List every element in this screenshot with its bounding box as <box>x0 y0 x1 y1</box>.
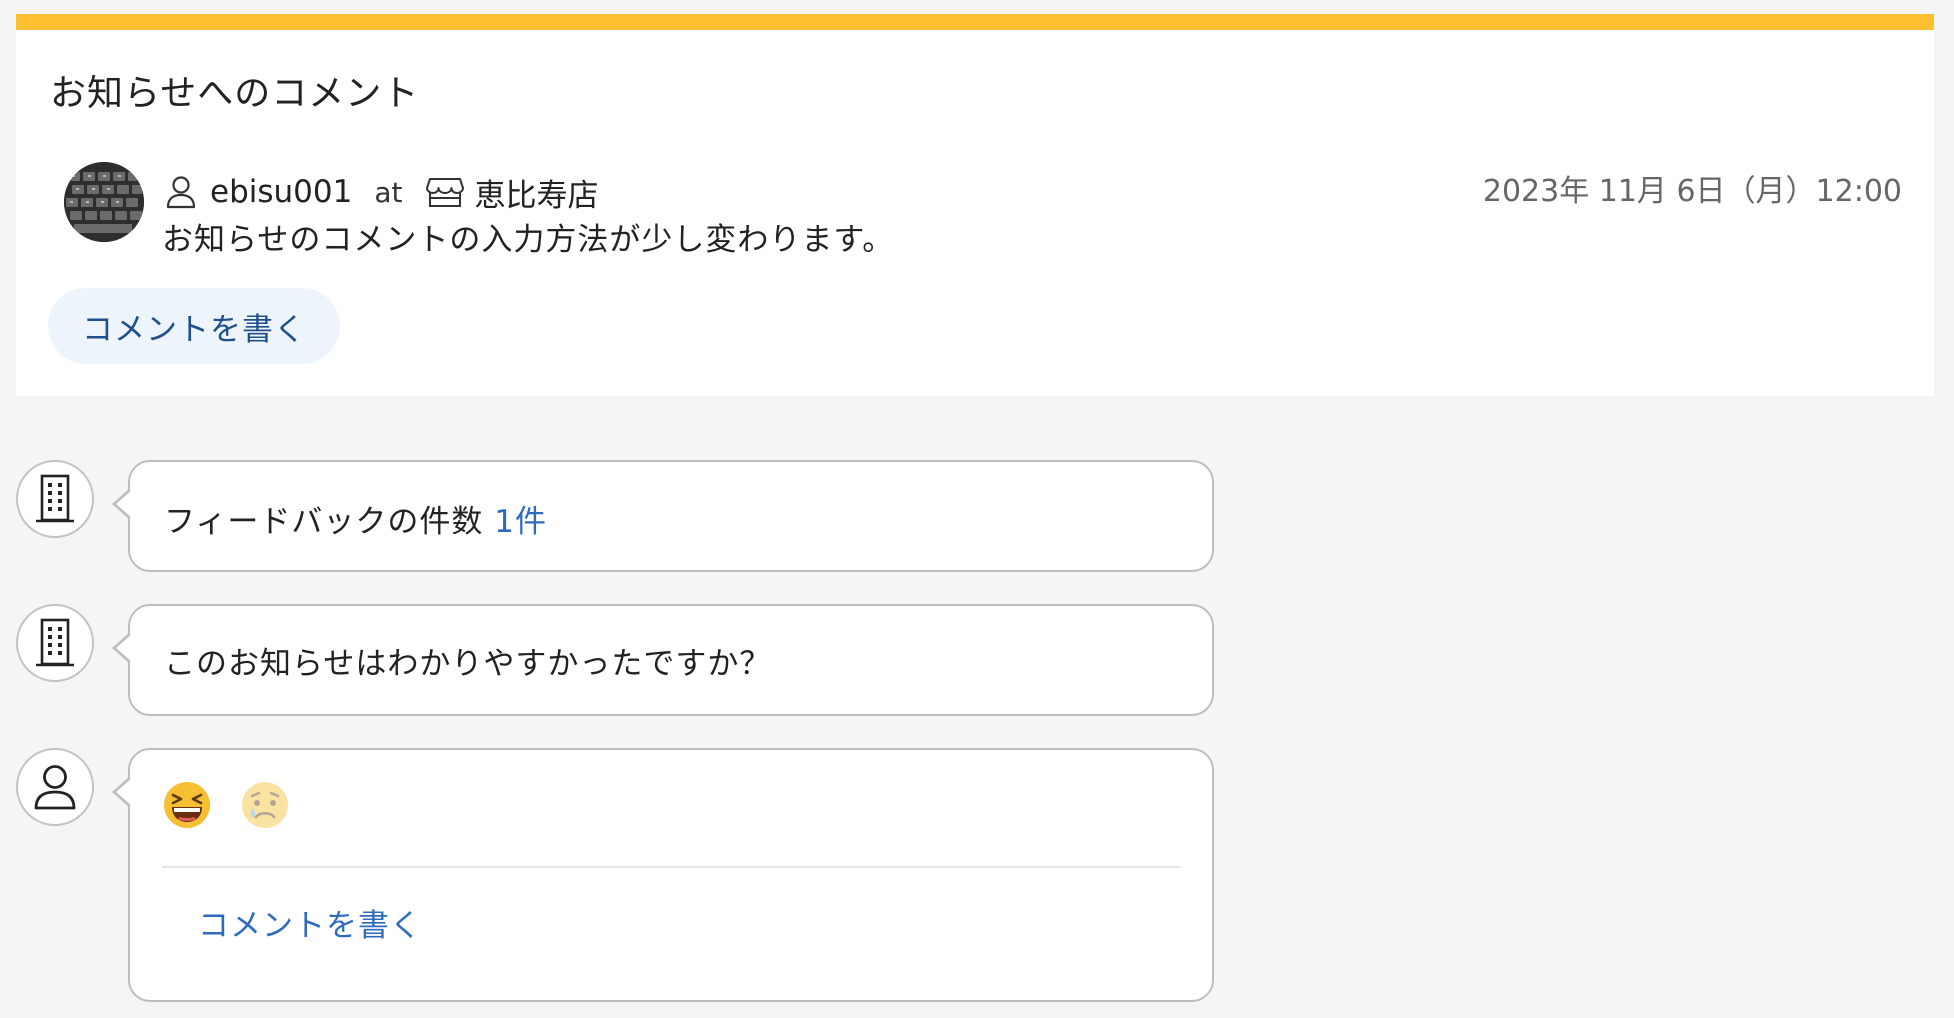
reaction-row <box>162 780 290 830</box>
reaction-bubble: コメントを書く <box>112 748 1214 1002</box>
building-icon <box>36 618 74 667</box>
feedback-count-label: フィードバックの件数 <box>164 504 484 540</box>
user-icon <box>34 765 76 810</box>
post-at-label: at <box>374 175 403 209</box>
post-store[interactable]: 恵比寿店 <box>474 170 598 215</box>
page-title: お知らせへのコメント <box>50 73 420 114</box>
post-datetime: 2023年 11月 6日（月）12:00 <box>1482 174 1902 209</box>
bot-avatar <box>16 604 94 682</box>
laughing-emoji-icon[interactable] <box>162 780 212 830</box>
card-accent-bar <box>16 14 1934 30</box>
question-text: このお知らせはわかりやすかったですか？ <box>164 646 772 682</box>
page: お知らせへのコメント ebisu001 at 恵比寿店 2023年 11月 6日… <box>0 0 1954 1018</box>
feedback-count-value[interactable]: 1件 <box>494 504 547 540</box>
keyboard-photo-icon <box>64 162 144 242</box>
sad-emoji-icon[interactable] <box>240 780 290 830</box>
bot-avatar <box>16 460 94 538</box>
feedback-count-text: フィードバックの件数 1件 <box>164 496 547 541</box>
feedback-count-bubble: フィードバックの件数 1件 <box>112 460 1214 572</box>
write-comment-link[interactable]: コメントを書く <box>198 900 422 945</box>
user-icon <box>166 175 196 209</box>
building-icon <box>36 474 74 523</box>
question-bubble: このお知らせはわかりやすかったですか？ <box>112 604 1214 716</box>
announcement-card: お知らせへのコメント ebisu001 at 恵比寿店 2023年 11月 6日… <box>16 14 1934 396</box>
post-meta: ebisu001 at 恵比寿店 <box>166 170 598 214</box>
post-body: お知らせのコメントの入力方法が少し変わります。 <box>162 222 895 258</box>
store-icon <box>426 176 465 208</box>
post-author-avatar[interactable] <box>64 162 144 242</box>
user-avatar <box>16 748 94 826</box>
write-comment-button[interactable]: コメントを書く <box>48 288 340 364</box>
post-username[interactable]: ebisu001 <box>210 174 352 210</box>
reaction-divider <box>162 866 1180 868</box>
